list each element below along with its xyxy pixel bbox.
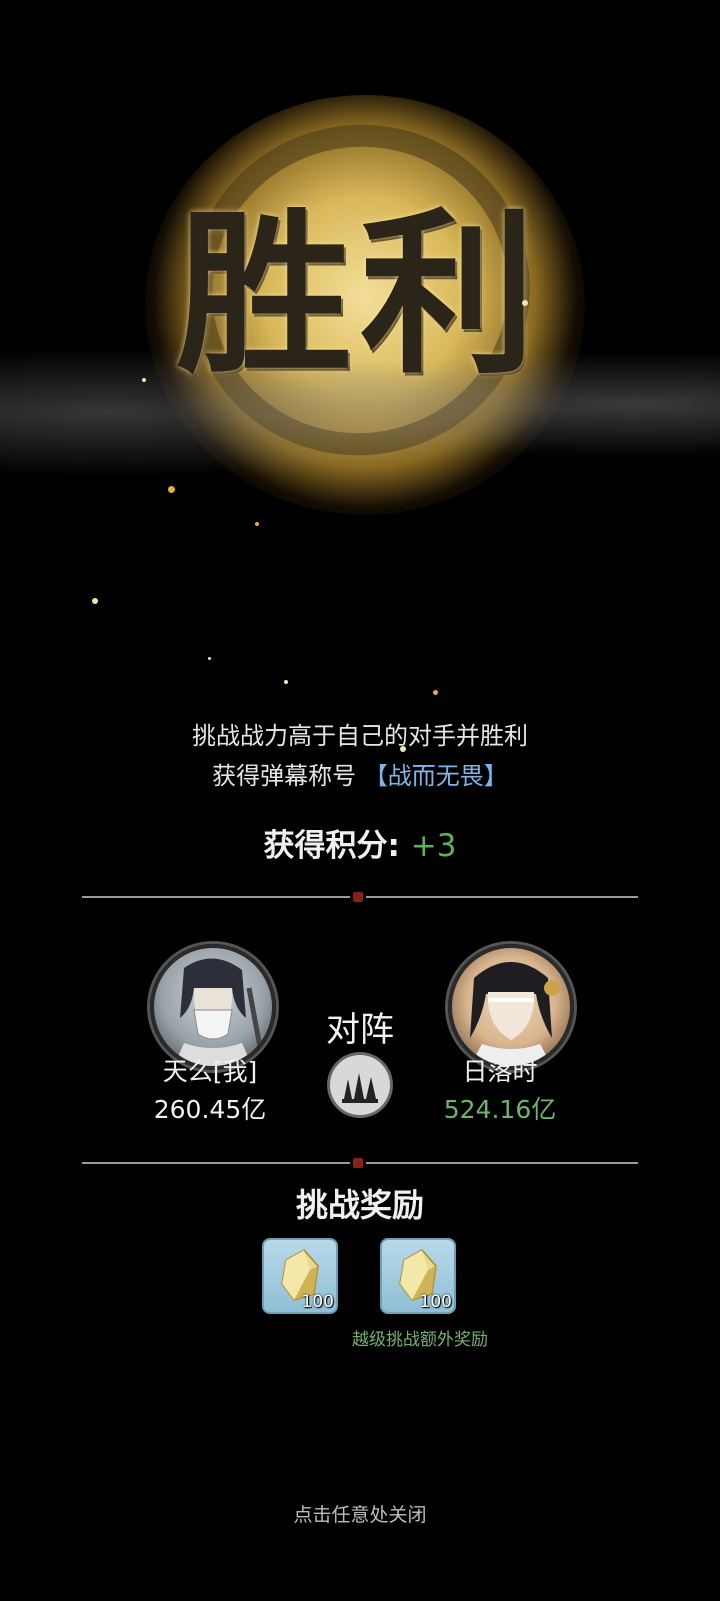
description-line1: 挑战战力高于自己的对手并胜利 bbox=[192, 722, 528, 750]
sparkle bbox=[255, 522, 259, 526]
score-label: 获得积分: bbox=[263, 828, 400, 864]
reward-item[interactable]: 100 bbox=[380, 1238, 456, 1314]
tap-to-close-hint[interactable]: 点击任意处关闭 bbox=[0, 1500, 720, 1527]
sparkle bbox=[433, 690, 438, 695]
sparkle bbox=[284, 680, 288, 684]
sparkle bbox=[208, 657, 211, 660]
player-portrait-icon bbox=[174, 958, 265, 1066]
sparkle bbox=[92, 598, 98, 604]
divider-top bbox=[82, 889, 638, 905]
opponent-power: 524.16亿 bbox=[443, 1095, 557, 1124]
reward-item[interactable]: 100 bbox=[262, 1238, 338, 1314]
sparkle bbox=[522, 300, 528, 306]
challenge-description: 挑战战力高于自己的对手并胜利 bbox=[0, 716, 720, 751]
divider-bottom bbox=[82, 1155, 638, 1171]
title-reward-line: 获得弹幕称号 【战而无畏】 bbox=[0, 756, 720, 791]
reward-quantity: 100 bbox=[301, 1292, 334, 1312]
description-line2-prefix: 获得弹幕称号 bbox=[212, 762, 357, 790]
player-name: 天么[我] bbox=[162, 1057, 258, 1086]
vs-label: 对阵 bbox=[326, 1010, 394, 1050]
victory-title: 胜利 bbox=[175, 191, 544, 398]
seal-ornament bbox=[350, 1155, 366, 1171]
player-power: 260.45亿 bbox=[153, 1095, 267, 1124]
reward-quantity: 100 bbox=[419, 1292, 452, 1312]
opponent-portrait-icon bbox=[470, 962, 560, 1066]
sparkle bbox=[142, 378, 146, 382]
danmaku-title: 【战而无畏】 bbox=[363, 762, 508, 790]
bonus-reward-note: 越级挑战额外奖励 bbox=[352, 1330, 488, 1350]
seal-ornament bbox=[350, 889, 366, 905]
rewards-title: 挑战奖励 bbox=[295, 1186, 424, 1224]
score-gain: 获得积分: +3 bbox=[0, 820, 720, 865]
sparkle bbox=[168, 486, 175, 493]
vs-emblem-icon bbox=[330, 1055, 390, 1115]
score-value: +3 bbox=[410, 828, 457, 864]
opponent-name: 日落时 bbox=[462, 1057, 538, 1086]
